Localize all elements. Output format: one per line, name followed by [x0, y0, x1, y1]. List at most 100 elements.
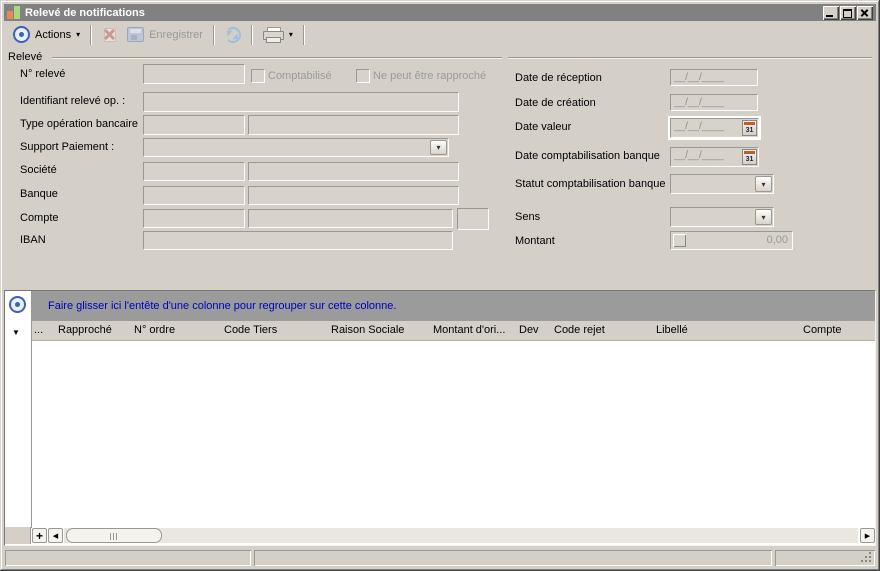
bullseye-icon — [9, 296, 26, 313]
status-bar — [4, 548, 876, 567]
delete-button[interactable] — [97, 24, 122, 46]
column-header-code-rejet[interactable]: Code rejet — [554, 321, 605, 340]
row-filter-button[interactable]: ▼ — [12, 328, 20, 337]
titlebar: Relevé de notifications — [4, 4, 876, 21]
chevron-down-icon: ▾ — [288, 30, 293, 39]
iban-input[interactable] — [143, 231, 453, 250]
printer-icon — [262, 26, 284, 43]
montant-input[interactable]: 0,00 — [670, 231, 793, 250]
app-icon — [7, 6, 21, 19]
maximize-button[interactable] — [840, 6, 856, 20]
scroll-left-button[interactable]: ◀ — [48, 528, 63, 543]
identifiant-label: Identifiant relevé op. : — [20, 95, 126, 107]
support-paiement-label: Support Paiement : — [20, 141, 115, 153]
date-compta-label: Date comptabilisation banque — [515, 150, 660, 162]
save-label: Enregistrer — [149, 28, 203, 41]
date-reception-input[interactable]: __/__/____ — [670, 69, 758, 86]
maximize-icon — [843, 9, 852, 18]
ne-peut-label: Ne peut être rapproché — [373, 70, 487, 82]
chevron-down-icon[interactable]: ▾ — [430, 140, 447, 155]
calendar-icon[interactable]: 31 — [742, 149, 757, 165]
column-header-libelle[interactable]: Libellé — [656, 321, 688, 340]
toolbar-separator — [302, 24, 305, 45]
grid-header-row: ... Rapproché N° ordre Code Tiers Raison… — [32, 321, 875, 341]
refresh-button[interactable] — [220, 24, 246, 46]
date-creation-input[interactable]: __/__/____ — [670, 94, 758, 111]
save-icon — [127, 27, 145, 42]
print-button[interactable] — [258, 24, 289, 46]
column-header-rapproche[interactable]: Rapproché — [58, 321, 112, 340]
grid-corner — [5, 527, 31, 544]
scroll-right-button[interactable]: ▶ — [860, 528, 875, 543]
support-paiement-combobox[interactable]: ▾ — [143, 138, 449, 157]
column-header-dev[interactable]: Dev — [519, 321, 539, 340]
societe-libelle-input[interactable] — [248, 162, 459, 181]
date-compta-input[interactable]: __/__/____ 31 — [670, 147, 759, 167]
group-by-hint: Faire glisser ici l'entête d'une colonne… — [48, 300, 397, 312]
societe-label: Société — [20, 164, 57, 176]
filter-arrow-icon: ▼ — [12, 328, 20, 337]
societe-code-input[interactable] — [143, 162, 245, 181]
close-button[interactable] — [857, 6, 873, 20]
column-header-compte[interactable]: Compte — [803, 321, 842, 340]
actions-button[interactable]: Actions ▾ — [8, 24, 85, 46]
column-header-raison-sociale[interactable]: Raison Sociale — [331, 321, 404, 340]
close-icon — [857, 6, 873, 20]
comptabilise-checkbox[interactable] — [251, 69, 265, 83]
montant-label: Montant — [515, 235, 555, 247]
sens-combobox[interactable]: ▾ — [670, 207, 774, 227]
minimize-icon — [826, 15, 833, 17]
num-releve-label: N° relevé — [20, 68, 66, 80]
toolbar-separator — [212, 24, 215, 45]
bullseye-icon — [13, 26, 30, 43]
group-by-bar[interactable]: Faire glisser ici l'entête d'une colonne… — [32, 291, 875, 321]
column-header-more[interactable]: ... — [34, 321, 43, 340]
toolbar: Actions ▾ Enregistrer ▾ — [4, 21, 876, 48]
resize-grip[interactable] — [861, 552, 873, 564]
montant-value: 0,00 — [766, 234, 788, 246]
compte-cle-input[interactable] — [457, 208, 489, 230]
compte-code-input[interactable] — [143, 209, 245, 228]
type-operation-libelle-input[interactable] — [248, 115, 459, 135]
statut-compta-label: Statut comptabilisation banque — [515, 178, 666, 190]
refresh-icon — [224, 26, 241, 43]
actions-label: Actions — [35, 28, 72, 41]
window-controls — [823, 6, 873, 20]
num-releve-input[interactable] — [143, 64, 245, 84]
banque-code-input[interactable] — [143, 186, 245, 205]
date-valeur-label: Date valeur — [515, 121, 572, 133]
compte-libelle-input[interactable] — [248, 209, 453, 228]
column-header-code-tiers[interactable]: Code Tiers — [224, 321, 277, 340]
sens-label: Sens — [515, 211, 541, 223]
status-panel — [254, 550, 772, 566]
type-operation-code-input[interactable] — [143, 115, 245, 135]
calendar-icon[interactable]: 31 — [742, 120, 757, 136]
banque-label: Banque — [20, 188, 58, 200]
banque-libelle-input[interactable] — [248, 186, 459, 205]
chevron-down-icon[interactable]: ▾ — [755, 176, 772, 192]
montant-expand-button[interactable] — [673, 234, 686, 247]
date-creation-label: Date de création — [515, 97, 596, 109]
add-row-button[interactable]: + — [32, 528, 47, 543]
grid-body[interactable] — [32, 341, 875, 528]
window-title: Relevé de notifications — [25, 6, 145, 19]
save-button[interactable]: Enregistrer — [122, 24, 208, 46]
column-header-ordre[interactable]: N° ordre — [134, 321, 175, 340]
status-panel — [775, 550, 875, 566]
toolbar-separator — [90, 24, 93, 45]
scrollbar-thumb[interactable] — [66, 528, 162, 543]
identifiant-input[interactable] — [143, 92, 459, 112]
date-valeur-input[interactable]: __/__/____ 31 — [670, 118, 759, 138]
chevron-down-icon: ▾ — [76, 30, 81, 39]
minimize-button[interactable] — [823, 6, 839, 20]
grid-side-column: ▼ — [5, 291, 32, 528]
ne-peut-checkbox[interactable] — [356, 69, 370, 83]
right-arrow-icon: ▶ — [864, 532, 871, 540]
releve-form: Relevé N° relevé Identifiant relevé op. … — [4, 48, 876, 290]
print-options-button[interactable]: ▾ — [289, 24, 298, 46]
app-window: Relevé de notifications Actions ▾ Enregi… — [0, 0, 880, 571]
chevron-down-icon[interactable]: ▾ — [755, 209, 772, 225]
column-header-montant-origine[interactable]: Montant d'ori... — [433, 321, 505, 340]
statut-compta-combobox[interactable]: ▾ — [670, 174, 774, 194]
scrollbar-track[interactable] — [64, 528, 858, 543]
